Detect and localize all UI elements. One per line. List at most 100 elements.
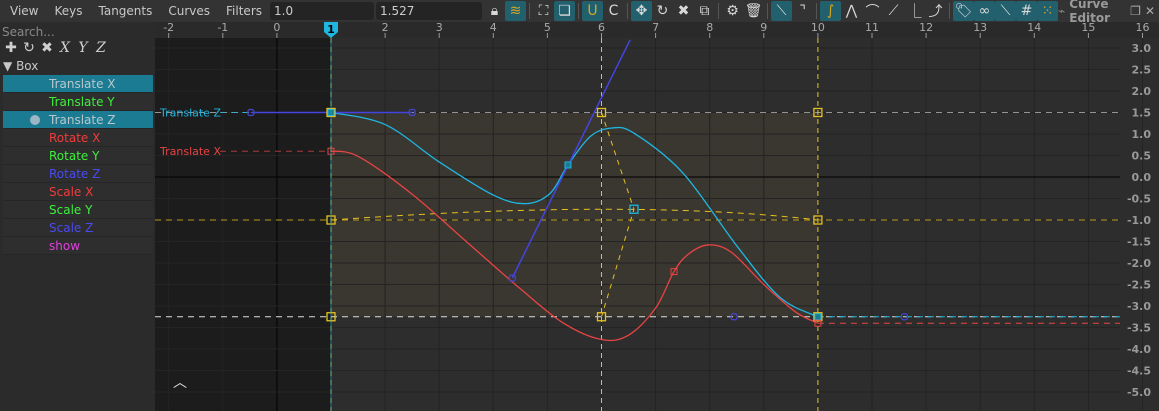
channel-rotate-z[interactable]: Rotate Z bbox=[3, 165, 153, 183]
step-icon[interactable]: ⎿ bbox=[904, 1, 925, 21]
curve-label: Translate Z bbox=[159, 107, 221, 120]
x-tick-label: 9 bbox=[760, 22, 767, 34]
smooth-icon[interactable]: ⌒ bbox=[862, 1, 883, 21]
channel-toolbar: ✚ ↻ ✖ X Y Z bbox=[4, 39, 108, 57]
toolbar-separator bbox=[949, 3, 951, 19]
channel-scale-y[interactable]: Scale Y bbox=[3, 201, 153, 219]
search-input[interactable] bbox=[2, 24, 153, 39]
channel-rotate-x[interactable]: Rotate X bbox=[3, 129, 153, 147]
channel-label: Rotate Z bbox=[49, 167, 101, 181]
move-icon[interactable]: ✥ bbox=[631, 1, 653, 21]
add-icon[interactable]: ✚ bbox=[4, 40, 18, 56]
filter-y-icon[interactable]: Y bbox=[76, 40, 90, 56]
linear-key-icon[interactable]: ⟍ bbox=[771, 1, 793, 21]
channel-scale-x[interactable]: Scale X bbox=[3, 183, 153, 201]
auto-tangent-icon[interactable]: ∫ bbox=[820, 1, 842, 21]
channel-translate-z[interactable]: Translate Z bbox=[3, 111, 153, 129]
selection-region bbox=[331, 112, 818, 317]
copy-icon[interactable]: ⧉ bbox=[694, 1, 715, 21]
toolbar-separator bbox=[767, 3, 769, 19]
time-field[interactable] bbox=[270, 2, 375, 20]
delete-icon[interactable]: 🗑︎ bbox=[743, 1, 764, 21]
ease-icon[interactable]: ⤴ bbox=[925, 1, 946, 21]
channel-label: Rotate X bbox=[49, 131, 101, 145]
x-tick-label: 14 bbox=[1027, 22, 1041, 34]
y-tick-label: -1.5 bbox=[1127, 236, 1151, 249]
chevron-up-icon[interactable]: ︿ bbox=[173, 372, 187, 392]
y-tick-label: -0.5 bbox=[1127, 193, 1151, 206]
y-tick-label: -2.5 bbox=[1127, 279, 1151, 292]
value-field[interactable] bbox=[376, 2, 483, 20]
snap-c-icon[interactable]: C bbox=[603, 1, 624, 21]
x-tick-label: 13 bbox=[973, 22, 987, 34]
broken-tangent-icon[interactable]: ⌝ bbox=[792, 1, 813, 21]
reset-icon[interactable]: ↻ bbox=[22, 40, 36, 56]
menu-keys[interactable]: Keys bbox=[46, 0, 90, 22]
grid-icon[interactable]: # bbox=[1016, 1, 1038, 21]
x-tick-label: 2 bbox=[382, 22, 389, 34]
channel-rotate-y[interactable]: Rotate Y bbox=[3, 147, 153, 165]
y-tick-label: 0.5 bbox=[1132, 150, 1152, 163]
x-tick-label: 5 bbox=[544, 22, 551, 34]
dots-icon[interactable]: ⁙ bbox=[1037, 1, 1059, 21]
key-dot-icon bbox=[30, 115, 40, 125]
tag-icon[interactable]: 🏷︎ bbox=[953, 1, 975, 21]
y-tick-label: 1.5 bbox=[1132, 107, 1152, 120]
curve-label: Translate X bbox=[159, 145, 221, 158]
channel-label: Translate Z bbox=[49, 113, 116, 127]
x-tick-label: 8 bbox=[706, 22, 713, 34]
frame-selected-icon[interactable]: ❏ bbox=[554, 1, 576, 21]
peak-icon[interactable]: ⋀ bbox=[841, 1, 862, 21]
toolbar-separator bbox=[718, 3, 720, 19]
curve-graph[interactable]: -2-10123456789101112131415163.02.52.01.5… bbox=[155, 22, 1159, 411]
toolbar-separator bbox=[627, 3, 629, 19]
bezier-icon[interactable]: ⟋ bbox=[883, 1, 904, 21]
x-tick-label: 4 bbox=[490, 22, 497, 34]
toolbar-separator bbox=[529, 3, 531, 19]
frame-all-icon[interactable]: ⛶ bbox=[533, 1, 554, 21]
channel-translate-y[interactable]: Translate Y bbox=[3, 93, 153, 111]
tree-node-box[interactable]: ▼ Box bbox=[3, 58, 38, 74]
lock-icon[interactable]: 🔒︎ bbox=[484, 1, 505, 21]
channel-label: Scale Z bbox=[49, 221, 94, 235]
y-tick-label: 1.0 bbox=[1132, 128, 1152, 141]
keyframe[interactable] bbox=[814, 313, 822, 321]
menu-view[interactable]: View bbox=[2, 0, 46, 22]
magnet-icon[interactable]: U bbox=[582, 1, 604, 21]
filter-x-icon[interactable]: X bbox=[58, 40, 72, 56]
x-tick-label: 12 bbox=[919, 22, 933, 34]
channel-label: show bbox=[49, 239, 81, 253]
y-tick-label: -3.5 bbox=[1127, 322, 1151, 335]
spline-icon[interactable]: ⟍ bbox=[995, 1, 1017, 21]
menu-curves[interactable]: Curves bbox=[160, 0, 218, 22]
float-panel-icon[interactable]: ❐ bbox=[1130, 4, 1141, 18]
rotate-icon[interactable]: ↻ bbox=[652, 1, 673, 21]
x-tick-label: 16 bbox=[1136, 22, 1150, 34]
toolbar-separator bbox=[578, 3, 580, 19]
y-tick-label: -5.0 bbox=[1127, 386, 1151, 399]
y-tick-label: 2.0 bbox=[1132, 85, 1152, 98]
y-tick-label: -3.0 bbox=[1127, 300, 1151, 313]
wave-snap-icon[interactable]: ≋ bbox=[505, 1, 527, 21]
filter-z-icon[interactable]: Z bbox=[94, 40, 108, 56]
channel-show[interactable]: show bbox=[3, 237, 153, 255]
channel-scale-z[interactable]: Scale Z bbox=[3, 219, 153, 237]
x-tick-label: 15 bbox=[1081, 22, 1095, 34]
channel-label: Scale X bbox=[49, 185, 94, 199]
x-tick-label: -1 bbox=[217, 22, 228, 34]
x-tick-label: 7 bbox=[652, 22, 659, 34]
pre-range-shade bbox=[155, 38, 331, 411]
remove-icon[interactable]: ✖ bbox=[40, 40, 54, 56]
y-tick-label: 3.0 bbox=[1132, 42, 1152, 55]
x-tick-label: 3 bbox=[436, 22, 443, 34]
channel-translate-x[interactable]: Translate X bbox=[3, 75, 153, 93]
curve-editor-icon: ⌁ bbox=[1058, 4, 1066, 18]
scale-icon[interactable]: ✖ bbox=[673, 1, 694, 21]
infinity-icon[interactable]: ∞ bbox=[974, 1, 996, 21]
menu-filters[interactable]: Filters bbox=[218, 0, 270, 22]
y-tick-label: 2.5 bbox=[1132, 64, 1152, 77]
keyframe[interactable] bbox=[564, 161, 572, 169]
settings-icon[interactable]: ⚙ bbox=[722, 1, 743, 21]
close-icon[interactable]: ✕ bbox=[1145, 4, 1155, 18]
menu-tangents[interactable]: Tangents bbox=[91, 0, 161, 22]
